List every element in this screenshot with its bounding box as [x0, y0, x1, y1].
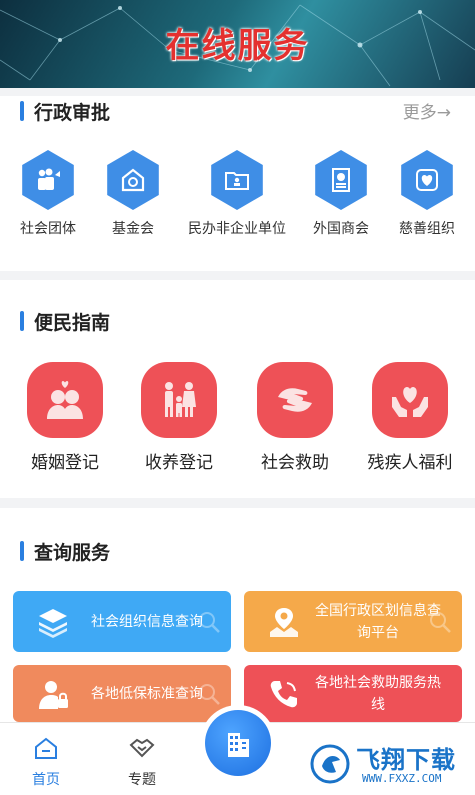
person-lock-icon — [33, 674, 73, 714]
section-accent-bar — [20, 311, 24, 331]
admin-item-private-nonprofit[interactable]: 民办非企业单位 — [188, 150, 286, 238]
family-icon — [141, 362, 217, 438]
center-action-button[interactable] — [200, 705, 276, 781]
section-title: 查询服务 — [34, 541, 111, 564]
query-tile-subsistence[interactable]: 各地低保标准查询 — [13, 665, 231, 722]
admin-item-foreign-chamber[interactable]: 外国商会 — [296, 150, 386, 238]
admin-item-label: 民办非企业单位 — [188, 221, 286, 237]
heart-icon — [401, 150, 453, 210]
section-title: 行政审批 — [34, 101, 111, 124]
admin-item-label: 慈善组织 — [399, 221, 455, 237]
helping-hands-icon — [257, 362, 333, 438]
admin-approval-section: 行政审批 更多→ 社会团体 基金会 民办非企业单位 外国商会 慈善组织 — [0, 96, 475, 271]
query-tile-aid-hotline[interactable]: 各地社会救助服务热线 — [244, 665, 462, 722]
document-globe-icon — [315, 150, 367, 210]
brand-logo-icon — [310, 744, 350, 784]
tab-home[interactable]: 首页 — [16, 735, 76, 789]
guide-item-label: 收养登记 — [145, 453, 213, 473]
admin-item-foundation[interactable]: 基金会 — [88, 150, 178, 238]
tab-label: 专题 — [128, 772, 156, 788]
section-accent-bar — [20, 541, 24, 561]
watermark-text: 飞翔下载 — [356, 746, 456, 774]
watermark-url: WWW.FXXZ.COM — [362, 772, 442, 785]
people-group-icon — [22, 150, 74, 210]
search-watermark-icon — [199, 611, 220, 633]
search-watermark-icon — [430, 611, 451, 633]
guide-item-marriage[interactable]: 婚姻登记 — [10, 362, 120, 473]
admin-item-social-group[interactable]: 社会团体 — [3, 150, 93, 238]
layers-icon — [33, 602, 73, 642]
admin-item-label: 基金会 — [112, 221, 154, 237]
search-watermark-icon — [199, 683, 220, 705]
query-tile-social-org[interactable]: 社会组织信息查询 — [13, 591, 231, 652]
guide-item-label: 婚姻登记 — [31, 453, 99, 473]
query-tile-label: 各地社会救助服务热线 — [315, 674, 441, 713]
convenience-guide-section: 便民指南 婚姻登记 收养登记 社会救助 残疾人福利 — [0, 280, 475, 498]
tab-label: 首页 — [32, 772, 60, 788]
section-header: 行政审批 — [20, 96, 110, 126]
section-header: 查询服务 — [20, 536, 110, 566]
phone-icon — [264, 674, 304, 714]
money-box-icon — [107, 150, 159, 210]
admin-item-label: 外国商会 — [313, 221, 369, 237]
admin-item-label: 社会团体 — [20, 221, 76, 237]
more-link[interactable]: 更多→ — [403, 98, 451, 123]
admin-item-charity[interactable]: 慈善组织 — [382, 150, 472, 238]
buildings-icon — [228, 733, 249, 757]
handshake-icon — [129, 738, 155, 758]
guide-item-social-aid[interactable]: 社会救助 — [240, 362, 350, 473]
tab-topics[interactable]: 专题 — [112, 735, 172, 789]
guide-item-disability-welfare[interactable]: 残疾人福利 — [355, 362, 465, 473]
section-header: 便民指南 — [20, 306, 110, 336]
home-icon — [35, 737, 57, 759]
couple-heart-icon — [27, 362, 103, 438]
page-title: 在线服务 — [165, 26, 310, 66]
section-title: 便民指南 — [34, 311, 111, 334]
header-banner: 在线服务 — [0, 0, 475, 88]
hands-heart-icon — [372, 362, 448, 438]
guide-item-label: 残疾人福利 — [367, 453, 453, 473]
map-pin-icon — [264, 602, 304, 642]
section-accent-bar — [20, 101, 24, 121]
site-watermark: 飞翔下载 WWW.FXXZ.COM — [310, 738, 470, 792]
folder-person-icon — [211, 150, 263, 210]
guide-item-adoption[interactable]: 收养登记 — [124, 362, 234, 473]
guide-item-label: 社会救助 — [261, 453, 329, 473]
query-tile-admin-division[interactable]: 全国行政区划信息查 询平台 — [244, 591, 462, 652]
